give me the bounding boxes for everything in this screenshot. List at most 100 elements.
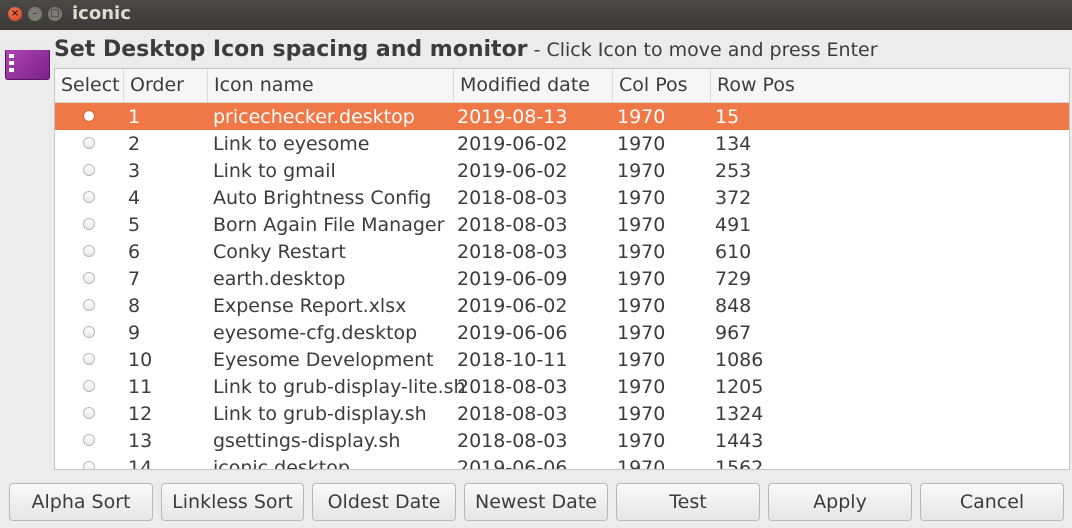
cell-col-pos: 1970 (617, 214, 666, 236)
cell-row-pos: 491 (715, 214, 752, 236)
cell-modified-date: 2018-08-03 (457, 214, 568, 236)
cell-row-pos: 967 (715, 322, 752, 344)
cell-icon-name: gsettings-display.sh (213, 430, 401, 452)
table-row[interactable]: 9 eyesome-cfg.desktop 2019-06-06 1970 967 (55, 319, 1069, 346)
cell-icon-name: Link to grub-display.sh (213, 403, 427, 425)
cell-row-pos: 253 (715, 160, 752, 182)
select-radio[interactable] (83, 353, 95, 365)
cell-col-pos: 1970 (617, 349, 666, 371)
cancel-button[interactable]: Cancel (920, 483, 1064, 521)
cell-modified-date: 2019-08-13 (457, 106, 568, 128)
close-window-icon[interactable]: × (8, 7, 22, 21)
oldest-date-button[interactable]: Oldest Date (312, 483, 456, 521)
heading-instruction: - Click Icon to move and press Enter (527, 39, 878, 61)
table-row[interactable]: 6 Conky Restart 2018-08-03 1970 610 (55, 238, 1069, 265)
table-header: Select Order Icon name Modified date Col… (55, 69, 1069, 103)
cell-order: 14 (128, 457, 153, 470)
table-row[interactable]: 1 pricechecker.desktop 2019-08-13 1970 15 (55, 103, 1069, 130)
cell-row-pos: 134 (715, 133, 752, 155)
linkless-sort-button[interactable]: Linkless Sort (161, 483, 304, 521)
maximize-window-icon[interactable]: □ (48, 7, 62, 21)
cell-icon-name: eyesome-cfg.desktop (213, 322, 418, 344)
table-row[interactable]: 14 iconic.desktop 2019-06-06 1970 1562 (55, 454, 1069, 470)
cell-order: 10 (128, 349, 153, 371)
cell-col-pos: 1970 (617, 295, 666, 317)
table-row[interactable]: 8 Expense Report.xlsx 2019-06-02 1970 848 (55, 292, 1069, 319)
cell-col-pos: 1970 (617, 106, 666, 128)
cell-row-pos: 372 (715, 187, 752, 209)
cell-col-pos: 1970 (617, 133, 666, 155)
cell-modified-date: 2019-06-02 (457, 160, 568, 182)
select-radio[interactable] (83, 137, 95, 149)
select-radio[interactable] (83, 461, 95, 469)
cell-order: 12 (128, 403, 153, 425)
column-header-icon-name[interactable]: Icon name (208, 69, 454, 102)
select-radio[interactable] (83, 245, 95, 257)
column-header-order[interactable]: Order (124, 69, 208, 102)
table-row[interactable]: 3 Link to gmail 2019-06-02 1970 253 (55, 157, 1069, 184)
cell-order: 9 (128, 322, 141, 344)
minimize-window-icon[interactable]: – (28, 7, 42, 21)
cell-row-pos: 1562 (715, 457, 764, 470)
cell-modified-date: 2018-08-03 (457, 241, 568, 263)
cell-icon-name: earth.desktop (213, 268, 346, 290)
cell-modified-date: 2018-08-03 (457, 403, 568, 425)
table-row[interactable]: 10 Eyesome Development 2018-10-11 1970 1086 (55, 346, 1069, 373)
cell-icon-name: pricechecker.desktop (213, 106, 415, 128)
cell-row-pos: 15 (715, 106, 740, 128)
table-row[interactable]: 11 Link to grub-display-lite.sh 2018-08-03… (55, 373, 1069, 400)
cell-modified-date: 2018-08-03 (457, 187, 568, 209)
table-row[interactable]: 2 Link to eyesome 2019-06-02 1970 134 (55, 130, 1069, 157)
test-button[interactable]: Test (616, 483, 760, 521)
cell-order: 11 (128, 376, 153, 398)
cell-col-pos: 1970 (617, 403, 666, 425)
select-radio[interactable] (83, 434, 95, 446)
column-header-row-pos[interactable]: Row Pos (711, 69, 1069, 102)
select-radio[interactable] (83, 272, 95, 284)
select-radio[interactable] (83, 218, 95, 230)
alpha-sort-button[interactable]: Alpha Sort (9, 483, 153, 521)
icon-table[interactable]: Select Order Icon name Modified date Col… (54, 68, 1070, 470)
select-radio[interactable] (83, 164, 95, 176)
cell-row-pos: 729 (715, 268, 752, 290)
cell-icon-name: Eyesome Development (213, 349, 434, 371)
heading-main: Set Desktop Icon spacing and monitor (54, 37, 528, 62)
cell-order: 3 (128, 160, 141, 182)
table-row[interactable]: 12 Link to grub-display.sh 2018-08-03 1970 1… (55, 400, 1069, 427)
cell-modified-date: 2019-06-06 (457, 457, 568, 470)
cell-row-pos: 848 (715, 295, 752, 317)
select-radio[interactable] (83, 191, 95, 203)
cell-order: 1 (128, 106, 141, 128)
cell-col-pos: 1970 (617, 241, 666, 263)
select-radio[interactable] (83, 407, 95, 419)
cell-col-pos: 1970 (617, 187, 666, 209)
table-row[interactable]: 13 gsettings-display.sh 2018-08-03 1970 1443 (55, 427, 1069, 454)
cell-order: 2 (128, 133, 141, 155)
select-radio[interactable] (83, 380, 95, 392)
column-header-modified-date[interactable]: Modified date (454, 69, 613, 102)
cell-icon-name: Expense Report.xlsx (213, 295, 407, 317)
cell-row-pos: 1324 (715, 403, 764, 425)
cell-order: 6 (128, 241, 141, 263)
cell-icon-name: Born Again File Manager (213, 214, 445, 236)
title-bar: × – □ iconic (0, 0, 1072, 30)
cell-icon-name: Auto Brightness Config (213, 187, 432, 209)
cell-row-pos: 1443 (715, 430, 764, 452)
cell-col-pos: 1970 (617, 160, 666, 182)
select-radio[interactable] (83, 299, 95, 311)
table-row[interactable]: 5 Born Again File Manager 2018-08-03 1970 49… (55, 211, 1069, 238)
window-title: iconic (72, 3, 131, 24)
apply-button[interactable]: Apply (768, 483, 912, 521)
select-radio[interactable] (83, 110, 95, 122)
select-radio[interactable] (83, 326, 95, 338)
cell-col-pos: 1970 (617, 322, 666, 344)
table-row[interactable]: 7 earth.desktop 2019-06-09 1970 729 (55, 265, 1069, 292)
cell-col-pos: 1970 (617, 376, 666, 398)
column-header-col-pos[interactable]: Col Pos (613, 69, 711, 102)
cell-modified-date: 2019-06-06 (457, 322, 568, 344)
table-row[interactable]: 4 Auto Brightness Config 2018-08-03 1970 372 (55, 184, 1069, 211)
newest-date-button[interactable]: Newest Date (464, 483, 608, 521)
cell-order: 8 (128, 295, 141, 317)
cell-modified-date: 2019-06-09 (457, 268, 568, 290)
column-header-select[interactable]: Select (55, 69, 124, 102)
